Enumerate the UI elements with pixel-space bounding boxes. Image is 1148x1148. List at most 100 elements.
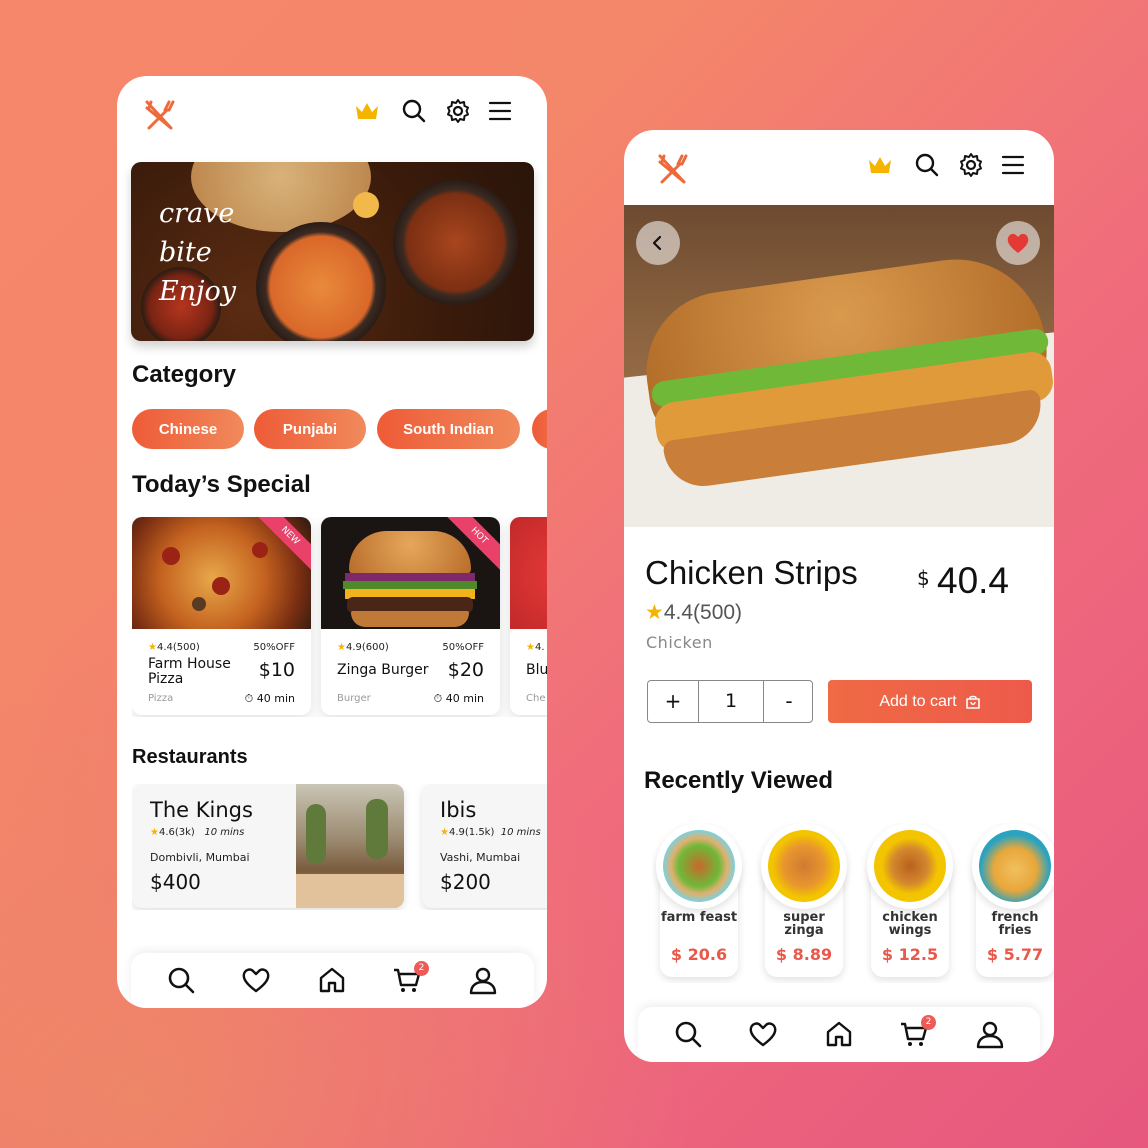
crown-icon[interactable] — [354, 98, 380, 124]
nav-home-icon[interactable] — [317, 965, 347, 995]
product-currency: $ — [917, 566, 930, 590]
recent-item-image-frame — [972, 823, 1054, 909]
rating: ★4.4(500) — [148, 642, 200, 653]
cart-badge: 2 — [414, 961, 429, 976]
restaurant-name: Ibis — [440, 798, 477, 822]
top-bar — [624, 130, 1054, 210]
add-to-cart-button[interactable]: Add to cart — [828, 680, 1032, 723]
dish-name: Blu — [526, 662, 547, 678]
favorite-button[interactable] — [996, 221, 1040, 265]
timer-icon: ⏱ — [244, 692, 254, 705]
restaurant-card[interactable]: Ibis ★4.9(1.5k) 10 mins Vashi, Mumbai $2… — [422, 784, 547, 908]
dish-category: Che — [526, 693, 546, 704]
quantity-value[interactable]: 1 — [698, 681, 764, 722]
burger-image: HOT — [321, 517, 500, 629]
recent-item-image-frame — [761, 823, 847, 909]
shopping-bag-icon — [965, 695, 980, 709]
hero-banner[interactable]: crave bite Enjoy — [131, 162, 534, 341]
category-chip-south-indian[interactable]: South Indian — [377, 409, 520, 449]
fork-knife-logo-icon[interactable] — [143, 98, 177, 132]
add-to-cart-label: Add to cart — [879, 692, 957, 710]
cart-badge: 2 — [921, 1015, 936, 1030]
hamburger-menu-icon[interactable] — [1000, 152, 1026, 178]
delivery-time: ⏱ 40 min — [433, 692, 484, 705]
recent-item-price: $ 5.77 — [986, 945, 1044, 964]
recent-item-price: $ 12.5 — [881, 945, 939, 964]
restaurant-interior-image — [296, 784, 404, 908]
product-image — [624, 205, 1054, 527]
product-name: Chicken Strips — [645, 554, 858, 591]
recent-item-image-frame — [867, 823, 953, 909]
special-card[interactable]: ★4. Blu Che — [510, 517, 547, 715]
todays-special-heading: Today’s Special — [132, 471, 311, 498]
product-rating: ★4.4(500) — [645, 601, 743, 624]
recent-item-price: $ 20.6 — [670, 945, 728, 964]
heart-filled-icon — [1007, 233, 1029, 253]
offer-label: 50%OFF — [253, 642, 295, 653]
star-icon: ★ — [526, 642, 535, 653]
offer-label: 50%OFF — [442, 642, 484, 653]
restaurant-price: $200 — [440, 870, 491, 894]
home-screen: crave bite Enjoy Category Chinese Punjab… — [117, 76, 547, 1008]
nav-search-icon[interactable] — [166, 965, 196, 995]
nav-home-icon[interactable] — [824, 1019, 854, 1049]
timer-icon: ⏱ — [433, 692, 443, 705]
dish-price: $10 — [258, 659, 295, 681]
special-card[interactable]: HOT ★4.9(600) 50%OFF Zinga Burger $20 Bu… — [321, 517, 500, 715]
delivery-time: ⏱ 40 min — [244, 692, 295, 705]
restaurant-location: Dombivli, Mumbai — [150, 851, 250, 864]
special-card-list: NEW ★4.4(500) 50%OFF Farm House Pizza $1… — [132, 517, 547, 717]
star-icon: ★ — [645, 601, 664, 624]
lemon-image — [353, 192, 379, 218]
dal-bowl-image — [393, 180, 518, 305]
hamburger-menu-icon[interactable] — [487, 98, 513, 124]
search-icon[interactable] — [401, 98, 427, 124]
dish-price: $20 — [447, 659, 484, 681]
search-icon[interactable] — [914, 152, 940, 178]
nav-heart-icon[interactable] — [241, 965, 271, 995]
restaurant-location: Vashi, Mumbai — [440, 851, 521, 864]
recently-viewed-list: farm feast $ 20.6 super zinga $ 8.89 chi… — [652, 823, 1054, 983]
category-chip-partial[interactable] — [532, 409, 547, 449]
rating: ★4. — [526, 642, 545, 653]
nav-search-icon[interactable] — [673, 1019, 703, 1049]
quantity-decrease-button[interactable]: - — [764, 681, 814, 722]
french-fries-image — [979, 830, 1051, 902]
dish-category: Burger — [337, 693, 371, 704]
restaurant-price: $400 — [150, 870, 201, 894]
restaurant-rating: ★4.6(3k) 10 mins — [150, 827, 245, 838]
nav-profile-icon[interactable] — [468, 965, 498, 995]
quantity-increase-button[interactable]: + — [648, 681, 698, 722]
banner-slogan: crave bite Enjoy — [159, 198, 236, 307]
restaurant-name: The Kings — [150, 798, 253, 822]
star-icon: ★ — [337, 642, 346, 653]
category-heading: Category — [132, 361, 237, 388]
rating: ★4.9(600) — [337, 642, 389, 653]
quantity-stepper: + 1 - — [647, 680, 813, 723]
crown-icon[interactable] — [867, 152, 893, 178]
dish-name: Farm House Pizza — [148, 656, 231, 687]
pizza-image: NEW — [132, 517, 311, 629]
dish-image — [510, 517, 547, 629]
nav-heart-icon[interactable] — [748, 1019, 778, 1049]
category-chip-punjabi[interactable]: Punjabi — [254, 409, 366, 449]
recent-item-price: $ 8.89 — [775, 945, 833, 964]
recent-item-image-frame — [656, 823, 742, 909]
recently-viewed-heading: Recently Viewed — [644, 767, 833, 794]
back-button[interactable] — [636, 221, 680, 265]
bottom-nav: 2 — [638, 1007, 1040, 1062]
special-card[interactable]: NEW ★4.4(500) 50%OFF Farm House Pizza $1… — [132, 517, 311, 715]
chicken-wings-image — [874, 830, 946, 902]
category-chip-chinese[interactable]: Chinese — [132, 409, 244, 449]
restaurants-heading: Restaurants — [132, 746, 248, 768]
star-icon: ★ — [150, 827, 159, 838]
settings-gear-icon[interactable] — [958, 152, 984, 178]
recent-item-name: farm feast — [660, 910, 738, 925]
restaurant-card[interactable]: The Kings ★4.6(3k) 10 mins Dombivli, Mum… — [132, 784, 404, 908]
fork-knife-logo-icon[interactable] — [656, 152, 690, 186]
product-category: Chicken — [646, 633, 713, 652]
recent-item-name: chicken wings — [882, 910, 938, 938]
nav-profile-icon[interactable] — [975, 1019, 1005, 1049]
chevron-left-icon — [652, 235, 662, 251]
settings-gear-icon[interactable] — [445, 98, 471, 124]
